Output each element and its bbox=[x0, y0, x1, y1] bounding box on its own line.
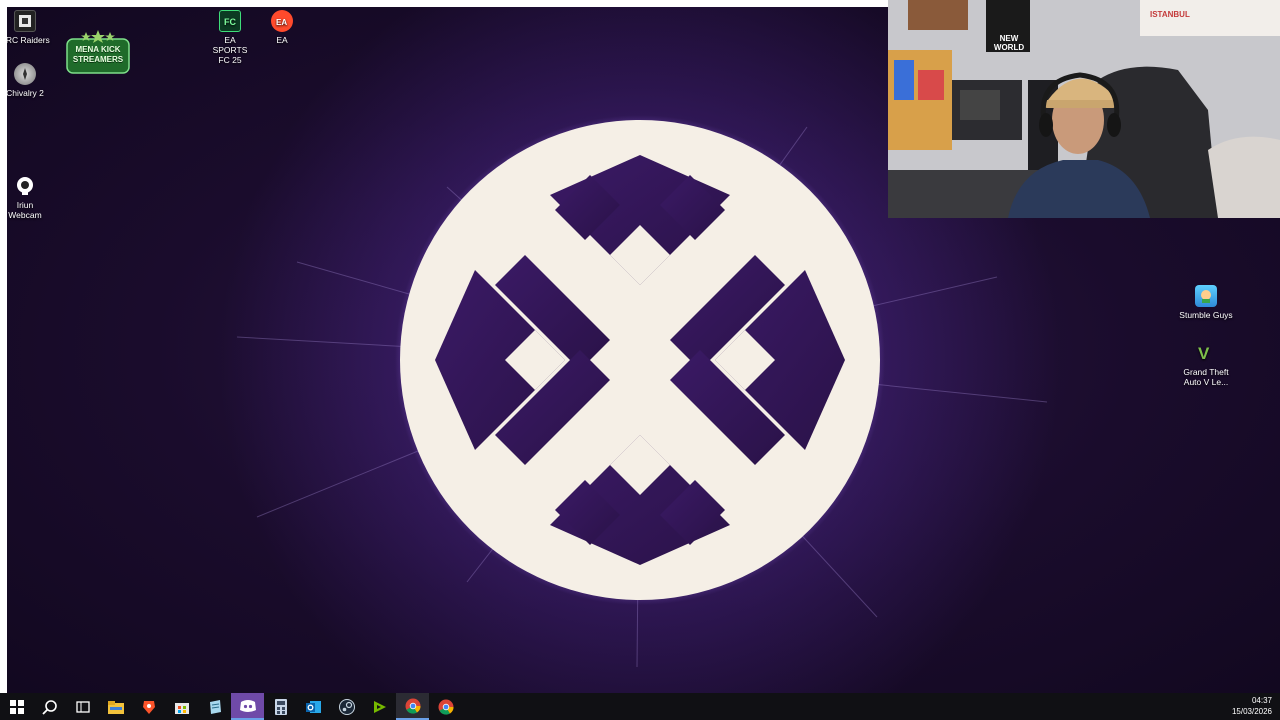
ea-fc-icon: FC bbox=[219, 10, 241, 32]
nvidia-icon bbox=[373, 700, 386, 713]
search-icon bbox=[41, 699, 57, 715]
taskbar-chrome[interactable] bbox=[396, 693, 429, 720]
screen-left-edge bbox=[0, 0, 7, 693]
webcam-overlay: NEW WORLD ISTANBUL bbox=[888, 0, 1280, 218]
arc-raiders-icon bbox=[14, 10, 36, 32]
chrome-icon bbox=[405, 698, 421, 714]
taskbar-outlook[interactable] bbox=[297, 693, 330, 720]
webcam-poster-text: NEW WORLD bbox=[993, 34, 1025, 52]
wallpaper-logo bbox=[395, 115, 885, 605]
desktop-icon-label: ARC Raiders bbox=[7, 35, 50, 45]
start-button[interactable] bbox=[0, 693, 33, 720]
desktop-icon-label: Iriun Webcam bbox=[8, 200, 42, 220]
desktop-icon-gta-v[interactable]: V Grand Theft Auto V Le... bbox=[1175, 342, 1237, 387]
taskbar-chrome-2[interactable] bbox=[429, 693, 462, 720]
desktop-icon-label: EA bbox=[276, 35, 288, 45]
calculator-icon bbox=[274, 698, 287, 715]
stream-badge: MENA KICK STREAMERS bbox=[65, 29, 131, 77]
svg-text:FC: FC bbox=[224, 17, 236, 27]
taskbar-steam[interactable] bbox=[330, 693, 363, 720]
search-button[interactable] bbox=[33, 693, 66, 720]
desktop-icon-label: EA SPORTS FC 25 bbox=[212, 35, 248, 65]
taskbar-file-explorer[interactable] bbox=[99, 693, 132, 720]
brave-icon bbox=[142, 700, 155, 714]
svg-text:V: V bbox=[1198, 344, 1210, 363]
svg-text:EA: EA bbox=[276, 18, 287, 27]
gta-icon: V bbox=[1195, 342, 1217, 364]
stream-badge-text: MENA KICK STREAMERS bbox=[72, 45, 124, 64]
taskbar-notepad[interactable] bbox=[198, 693, 231, 720]
taskbar-store[interactable] bbox=[165, 693, 198, 720]
chrome-icon bbox=[438, 699, 454, 715]
taskbar-brave[interactable] bbox=[132, 693, 165, 720]
task-view-button[interactable] bbox=[66, 693, 99, 720]
task-view-icon bbox=[75, 700, 90, 713]
desktop-icon-label: Grand Theft Auto V Le... bbox=[1183, 367, 1229, 387]
steam-icon bbox=[338, 698, 355, 715]
store-icon bbox=[174, 702, 189, 714]
clock-time: 04:37 bbox=[1251, 696, 1272, 705]
outlook-icon bbox=[305, 700, 321, 713]
clock-date: 15/03/2026 bbox=[1231, 707, 1272, 716]
chivalry-icon bbox=[14, 63, 36, 85]
taskbar-calculator[interactable] bbox=[264, 693, 297, 720]
ea-icon: EA bbox=[271, 10, 293, 32]
desktop-icon-iriun-webcam[interactable]: Iriun Webcam bbox=[7, 175, 56, 220]
folder-icon bbox=[107, 700, 124, 714]
desktop-icon-ea[interactable]: EA EA bbox=[251, 10, 313, 45]
desktop-icon-stumble-guys[interactable]: Stumble Guys bbox=[1175, 285, 1237, 320]
discord-icon bbox=[239, 699, 256, 712]
taskbar-nvidia[interactable] bbox=[363, 693, 396, 720]
desktop-icon-label: Stumble Guys bbox=[1179, 310, 1233, 320]
desktop-icon-label: Chivalry 2 bbox=[7, 88, 44, 98]
stumble-guys-icon bbox=[1195, 285, 1217, 307]
webcam-icon bbox=[14, 175, 36, 197]
taskbar-discord[interactable] bbox=[231, 693, 264, 720]
desktop-icon-arc-raiders[interactable]: ARC Raiders bbox=[7, 10, 56, 45]
taskbar: 04:37 15/03/2026 bbox=[0, 693, 1280, 720]
desktop-icon-chivalry-2[interactable]: Chivalry 2 bbox=[7, 63, 56, 98]
windows-icon bbox=[9, 699, 24, 714]
notepad-icon bbox=[209, 699, 221, 714]
webcam-sign-text: ISTANBUL bbox=[1150, 10, 1190, 19]
taskbar-clock[interactable]: 04:37 15/03/2026 bbox=[1232, 695, 1272, 717]
